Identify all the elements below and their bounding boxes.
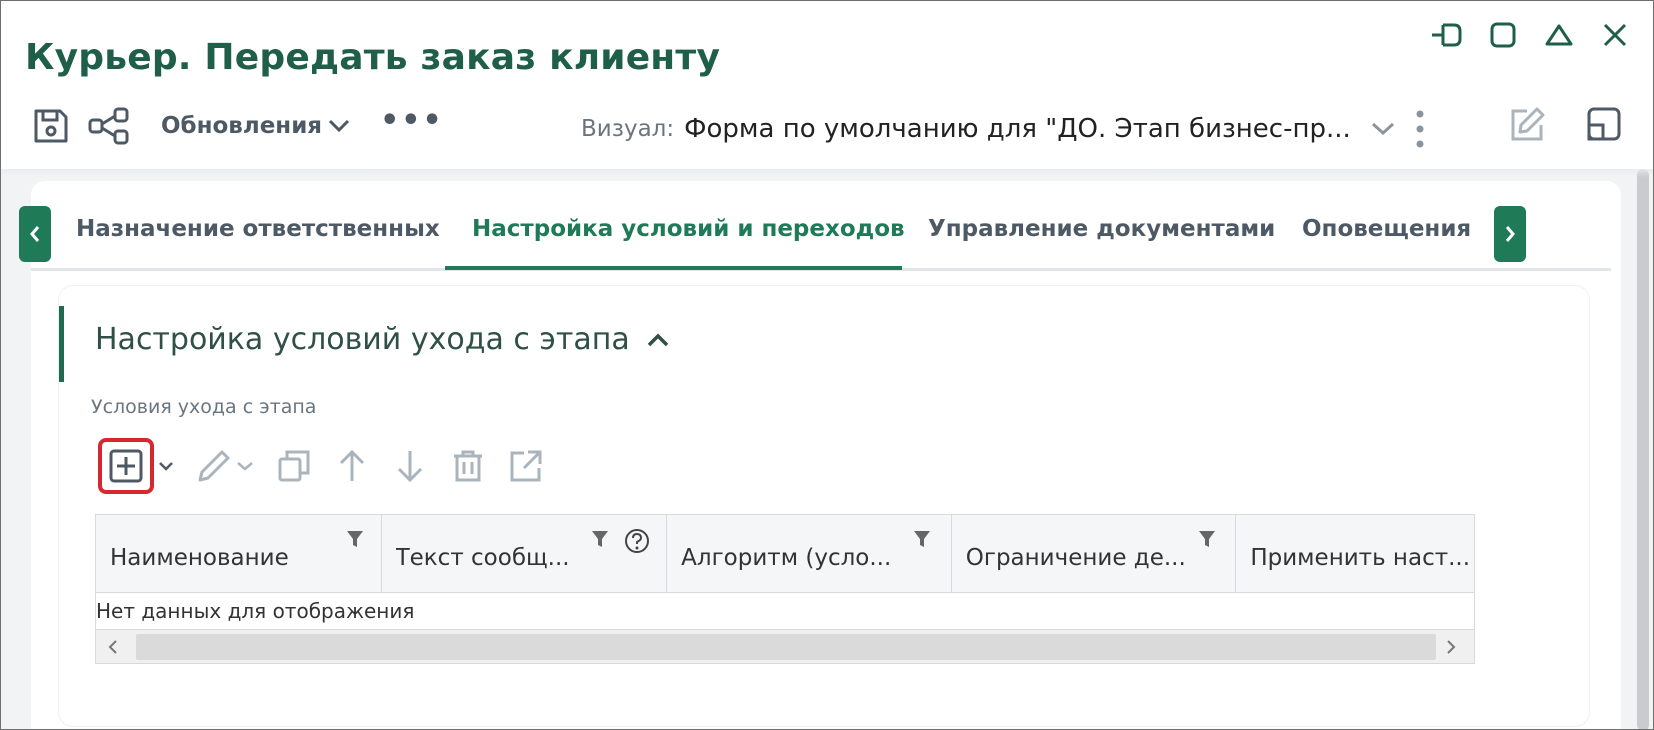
tabs-scroll-left-button[interactable] <box>19 206 51 262</box>
tabs-scroll-right-button[interactable] <box>1494 206 1526 262</box>
more-actions-button[interactable]: ••• <box>380 106 444 136</box>
close-icon <box>1603 23 1627 47</box>
trash-icon <box>454 450 482 482</box>
column-title: Алгоритм (усло... <box>681 545 892 571</box>
move-down-button[interactable] <box>392 448 428 484</box>
exit-conditions-label: Условия ухода с этапа <box>91 396 317 418</box>
arrow-down-icon <box>397 451 423 483</box>
chevron-right-icon <box>1447 640 1456 654</box>
maximize-icon <box>1490 22 1516 48</box>
column-header-restriction[interactable]: Ограничение де... <box>952 515 1237 592</box>
exit-conditions-section: Настройка условий ухода с этапа Условия … <box>59 286 1589 726</box>
visual-selector: Визуал: Форма по умолчанию для "ДО. Этап… <box>581 109 1425 149</box>
horizontal-scrollbar[interactable] <box>96 629 1474 663</box>
window-title: Курьер. Передать заказ клиенту <box>25 37 721 78</box>
scroll-right-arrow[interactable] <box>1440 636 1462 658</box>
grid-toolbar <box>98 436 566 496</box>
column-title: Текст сообщ... <box>395 545 570 571</box>
visual-value[interactable]: Форма по умолчанию для "ДО. Этап бизнес-… <box>684 114 1351 144</box>
vertical-scrollbar[interactable] <box>1637 169 1649 729</box>
tab-bar: Назначение ответственных Настройка услов… <box>19 181 1611 271</box>
column-title: Применить наст... <box>1250 545 1471 571</box>
scroll-left-arrow[interactable] <box>102 636 124 658</box>
delete-condition-button[interactable] <box>450 448 486 484</box>
save-button[interactable] <box>27 102 75 150</box>
help-icon[interactable] <box>623 527 651 555</box>
pencil-icon <box>198 450 230 482</box>
filter-icon[interactable] <box>591 529 609 549</box>
chevron-down-icon <box>329 119 350 133</box>
save-icon <box>34 109 68 143</box>
tab-conditions-transitions[interactable]: Настройка условий и переходов <box>472 216 905 242</box>
main-toolbar: Обновления ••• <box>27 101 444 151</box>
grid-empty-message: Нет данных для отображения <box>96 599 415 623</box>
maximize-window-button[interactable] <box>1485 17 1521 53</box>
chevron-left-icon <box>108 640 117 654</box>
triangle-up-icon <box>1545 24 1573 46</box>
filter-icon[interactable] <box>913 529 931 549</box>
filter-icon[interactable] <box>346 529 364 549</box>
grid-header: Наименование Текст сообщ... Алгоритм (ус… <box>96 515 1474 593</box>
hierarchy-icon <box>88 107 129 145</box>
content-card: Назначение ответственных Настройка услов… <box>19 181 1621 729</box>
visual-label: Визуал: <box>581 116 675 142</box>
add-icon <box>109 449 143 483</box>
edit-pencil-icon <box>1511 107 1545 141</box>
copy-icon <box>278 450 310 482</box>
layout-icon <box>1587 107 1621 141</box>
chevron-right-icon <box>1505 226 1515 242</box>
layout-button[interactable] <box>1585 105 1623 147</box>
section-title-text: Настройка условий ухода с этапа <box>95 322 630 357</box>
structure-button[interactable] <box>85 102 133 150</box>
column-header-apply-settings[interactable]: Применить наст... <box>1236 515 1474 592</box>
column-title: Наименование <box>110 545 289 571</box>
external-link-icon <box>510 450 542 482</box>
add-highlight-frame <box>98 438 154 494</box>
copy-condition-button[interactable] <box>276 448 312 484</box>
collapse-window-button[interactable] <box>1541 17 1577 53</box>
add-condition-button[interactable] <box>98 438 174 494</box>
chevron-down-icon <box>159 462 173 471</box>
tab-notifications[interactable]: Оповещения <box>1302 216 1471 242</box>
chevron-down-icon[interactable] <box>1371 122 1395 136</box>
column-header-message[interactable]: Текст сообщ... <box>382 515 668 592</box>
scroll-thumb[interactable] <box>136 634 1436 660</box>
column-header-algorithm[interactable]: Алгоритм (усло... <box>667 515 952 592</box>
arrow-up-icon <box>339 449 365 481</box>
kebab-menu-icon[interactable] <box>1415 109 1425 149</box>
close-window-button[interactable] <box>1597 17 1633 53</box>
updates-menu[interactable]: Обновления <box>161 113 350 139</box>
section-title: Настройка условий ухода с этапа <box>95 322 670 357</box>
conditions-grid: Наименование Текст сообщ... Алгоритм (ус… <box>95 514 1475 664</box>
updates-menu-label: Обновления <box>161 113 323 139</box>
chevron-left-icon <box>30 226 40 242</box>
edit-condition-button[interactable] <box>196 448 254 484</box>
move-up-button[interactable] <box>334 448 370 484</box>
pin-window-button[interactable] <box>1429 17 1465 53</box>
chevron-down-icon <box>237 462 253 471</box>
edit-form-button[interactable] <box>1507 105 1547 149</box>
header: Курьер. Передать заказ клиенту Обновлени… <box>1 1 1653 169</box>
filter-icon[interactable] <box>1198 529 1216 549</box>
column-title: Ограничение де... <box>965 545 1186 571</box>
tab-documents[interactable]: Управление документами <box>928 216 1275 242</box>
column-header-name[interactable]: Наименование <box>96 515 382 592</box>
section-accent-bar <box>59 306 64 382</box>
chevron-up-icon[interactable] <box>646 332 670 348</box>
active-tab-indicator <box>445 266 902 270</box>
window: Курьер. Передать заказ клиенту Обновлени… <box>0 0 1654 730</box>
tab-responsibles[interactable]: Назначение ответственных <box>76 216 440 242</box>
pin-icon <box>1432 23 1462 47</box>
open-external-button[interactable] <box>508 448 544 484</box>
window-controls <box>1429 17 1633 53</box>
